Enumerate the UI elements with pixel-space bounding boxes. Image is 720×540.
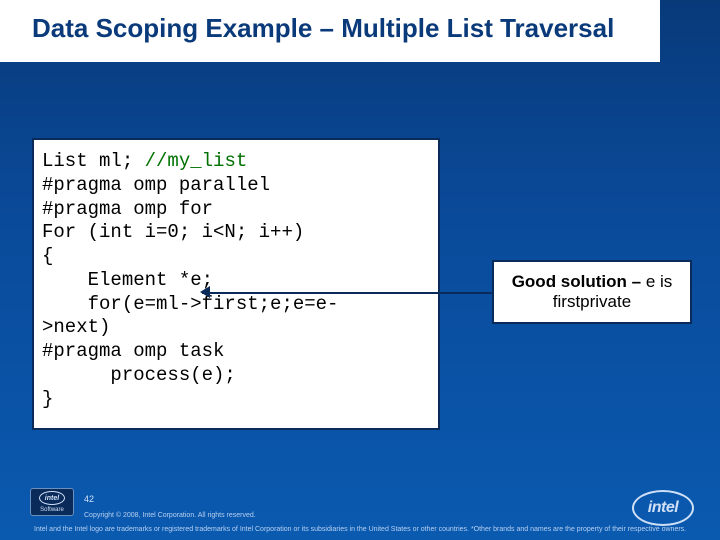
callout-arrowhead-icon (200, 286, 210, 298)
slide: Data Scoping Example – Multiple List Tra… (0, 0, 720, 540)
code-line-2: #pragma omp parallel (42, 174, 270, 196)
intel-mini-logo-icon: intel (39, 491, 65, 505)
code-line-4: For (int i=0; i<N; i++) (42, 221, 304, 243)
footer: intel Software 42 Copyright © 2008, Inte… (0, 484, 720, 540)
callout-text: Good solution – e is firstprivate (500, 272, 684, 313)
slide-title: Data Scoping Example – Multiple List Tra… (32, 14, 636, 44)
intel-logo-icon: intel (632, 490, 694, 526)
software-badge: intel Software (30, 488, 74, 516)
code-line-11: } (42, 388, 53, 410)
copyright-text: Copyright © 2008, Intel Corporation. All… (84, 511, 256, 520)
code-line-3: #pragma omp for (42, 198, 213, 220)
callout-bold: Good solution – (512, 272, 641, 291)
code-line-5: { (42, 245, 53, 267)
code-line-7: for(e=ml->first;e;e=e- (42, 293, 338, 315)
code-line-1b: //my_list (145, 150, 248, 172)
code-box: List ml; //my_list #pragma omp parallel … (32, 138, 440, 430)
software-badge-label: Software (40, 507, 64, 513)
code-line-8: >next) (42, 316, 110, 338)
callout-box: Good solution – e is firstprivate (492, 260, 692, 324)
callout-connector-line (202, 292, 492, 294)
page-number: 42 (84, 494, 94, 506)
code-line-1a: List ml; (42, 150, 145, 172)
code-line-10: process(e); (42, 364, 236, 386)
legal-text: Intel and the Intel logo are trademarks … (34, 525, 700, 534)
code-line-6: Element *e; (42, 269, 213, 291)
intel-logo: intel (632, 490, 694, 526)
code-line-9: #pragma omp task (42, 340, 224, 362)
title-block: Data Scoping Example – Multiple List Tra… (0, 0, 660, 62)
